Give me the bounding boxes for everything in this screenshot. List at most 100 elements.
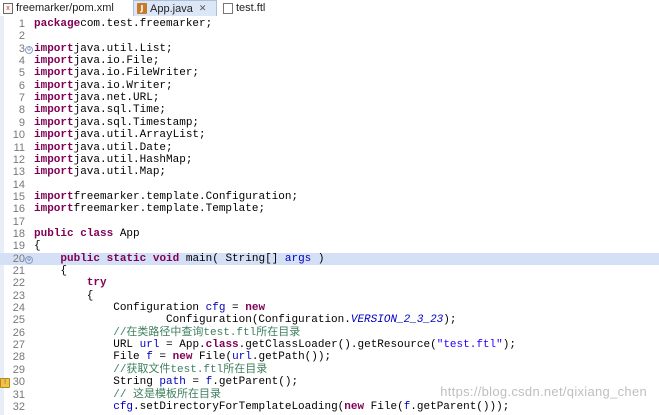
code-line[interactable]: 25 Configuration(Configuration.VERSION_2… (0, 314, 659, 326)
code-token: path (159, 376, 186, 389)
tab-pom-xml[interactable]: x freemarker/pom.xml (0, 0, 128, 16)
code-token: import (34, 166, 74, 179)
code-line[interactable]: 21 { (0, 265, 659, 277)
code-token: java.util.Map; (73, 166, 167, 179)
code-token: void (152, 252, 180, 265)
code-token: .getClassLoader().getResource( (238, 339, 437, 352)
code-text: String path = f.getParent(); (34, 376, 298, 388)
code-text: // 这是模板所在目录 (34, 389, 221, 401)
code-line[interactable]: 6 importjava.io.Writer; (0, 80, 659, 92)
code-text: importjava.util.List; (34, 43, 173, 55)
tab-app-java[interactable]: J App.java ✕ (133, 0, 217, 16)
code-token: "test.ftl" (436, 339, 503, 352)
code-text: File f = new File(url.getPath()); (34, 351, 331, 363)
code-line[interactable]: 15 importfreemarker.template.Configuratio… (0, 191, 659, 203)
line-number: 15 (12, 190, 25, 203)
code-line[interactable]: 14 (0, 179, 659, 191)
code-text: Configuration(Configuration.VERSION_2_3_… (34, 314, 456, 326)
tab-label: freemarker/pom.xml (16, 2, 114, 14)
code-token: static (106, 252, 147, 265)
code-text: importfreemarker.template.Template; (34, 203, 265, 215)
xml-file-icon: x (3, 2, 13, 14)
code-line[interactable]: 19 { (0, 240, 659, 252)
code-line[interactable]: 3 ⊖ importjava.util.List; (0, 43, 659, 55)
close-tab-icon[interactable]: ✕ (199, 3, 207, 14)
code-line[interactable]: 20 ⊖ public static void main( String[] ar… (0, 252, 659, 265)
watermark: https://blog.csdn.net/qixiang_chen (440, 384, 647, 399)
code-line[interactable]: 12 importjava.util.HashMap; (0, 154, 659, 166)
code-text: importjava.util.Map; (34, 166, 166, 178)
code-token: File (34, 351, 147, 364)
code-token: File( (192, 351, 233, 364)
line-number: 4 (18, 55, 25, 68)
editor-tab-bar: x freemarker/pom.xml J App.java ✕ test.f… (0, 0, 659, 17)
code-line[interactable]: 13 importjava.util.Map; (0, 166, 659, 178)
code-token: cfg (205, 302, 226, 315)
code-line[interactable]: 18 public class App (0, 228, 659, 240)
code-text: importjava.io.FileWriter; (34, 67, 199, 79)
code-line[interactable]: 5 importjava.io.FileWriter; (0, 67, 659, 79)
code-line[interactable]: 23 { (0, 290, 659, 302)
code-token: args (284, 252, 312, 265)
code-line[interactable]: 26 //在类路径中查询test.ftl所在目录 (0, 327, 659, 339)
code-token: java.util.ArrayList; (73, 129, 206, 142)
code-text: importjava.util.Date; (34, 142, 173, 154)
code-token: .getParent(); (212, 376, 299, 389)
code-text: importjava.io.Writer; (34, 80, 173, 92)
line-number: 2 (18, 30, 25, 43)
code-token: import (34, 55, 74, 68)
code-token: new (245, 302, 266, 315)
code-line[interactable]: 22 try (0, 277, 659, 289)
code-token: main( String[] (179, 252, 285, 265)
code-line[interactable]: 1 packagecom.test.freemarker; (0, 18, 659, 30)
code-line[interactable]: 32 cfg.setDirectoryForTemplateLoading(ne… (0, 401, 659, 413)
code-token: Configuration(Configuration. (34, 314, 351, 327)
code-text: URL url = App.class.getClassLoader().get… (34, 339, 516, 351)
line-number: 14 (12, 178, 25, 191)
code-line[interactable]: 10 importjava.util.ArrayList; (0, 129, 659, 141)
code-token: import (34, 129, 74, 142)
code-line[interactable]: 24 Configuration cfg = new (0, 302, 659, 314)
java-file-icon: J (137, 3, 147, 14)
code-token: public (60, 252, 101, 265)
code-line[interactable]: 17 (0, 216, 659, 228)
code-text: { (34, 265, 67, 277)
code-text: //在类路径中查询test.ftl所在目录 (34, 327, 300, 339)
code-line[interactable]: 28 File f = new File(url.getPath()); (0, 351, 659, 363)
line-number: 1 (18, 18, 25, 30)
code-token: { (34, 265, 68, 277)
code-token: com.test.freemarker; (80, 18, 213, 30)
code-token: url (139, 339, 160, 352)
line-number: 9 (18, 116, 25, 129)
warning-marker-icon[interactable]: ! (0, 378, 10, 389)
line-number: 22 (12, 277, 25, 290)
code-line[interactable]: 16 importfreemarker.template.Template; (0, 203, 659, 215)
code-token: ); (443, 314, 457, 327)
tab-label: App.java (150, 2, 193, 15)
line-number: 32 (12, 400, 25, 413)
code-editor[interactable]: 1 packagecom.test.freemarker; 2 3 ⊖ importjav… (0, 16, 659, 415)
line-number: 25 (12, 314, 25, 327)
code-token: new (172, 351, 193, 364)
code-line[interactable]: 9 importjava.sql.Timestamp; (0, 117, 659, 129)
code-line[interactable]: 8 importjava.sql.Time; (0, 104, 659, 116)
line-number: 31 (12, 388, 25, 401)
code-text: importjava.net.URL; (34, 92, 159, 104)
tab-test-ftl[interactable]: test.ftl (220, 0, 280, 16)
code-line[interactable]: 2 (0, 30, 659, 42)
code-line[interactable]: 7 importjava.net.URL; (0, 92, 659, 104)
code-line[interactable]: 4 importjava.io.File; (0, 55, 659, 67)
code-token: String (34, 376, 160, 389)
fold-toggle-icon[interactable]: ⊖ (25, 255, 33, 264)
code-line[interactable]: 27 URL url = App.class.getClassLoader().… (0, 339, 659, 351)
line-number: 18 (12, 227, 25, 240)
line-number: 19 (12, 240, 25, 253)
code-line[interactable]: 11 importjava.util.Date; (0, 142, 659, 154)
code-line[interactable]: 29 //获取文件test.ftl所在目录 (0, 364, 659, 376)
fold-toggle-icon[interactable]: ⊖ (25, 45, 33, 54)
line-number: 20 (12, 252, 25, 265)
